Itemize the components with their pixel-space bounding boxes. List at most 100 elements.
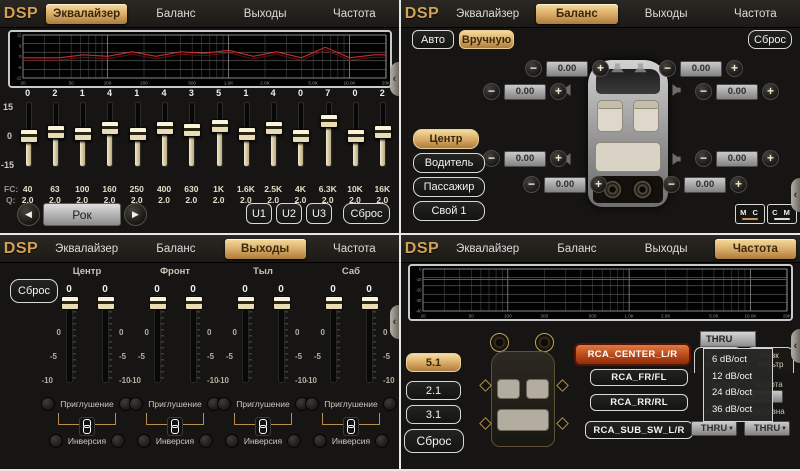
- eq-band-slider[interactable]: [232, 101, 259, 169]
- eq-band-slider[interactable]: [150, 101, 177, 169]
- invert-right-toggle[interactable]: [375, 434, 389, 448]
- auto-button[interactable]: Авто: [412, 30, 454, 49]
- eq-band-slider[interactable]: [178, 101, 205, 169]
- plus-button[interactable]: +: [730, 176, 747, 193]
- tab-balance[interactable]: Баланс: [536, 4, 617, 24]
- output-level-slider[interactable]: [182, 295, 204, 383]
- slide-out-handle[interactable]: ‹: [791, 178, 800, 212]
- minus-button[interactable]: −: [483, 83, 500, 100]
- plus-button[interactable]: +: [762, 150, 779, 167]
- tab-frequency[interactable]: Частота: [715, 239, 796, 259]
- hp-slope-select[interactable]: THRU ▼: [691, 421, 737, 436]
- tab-outputs[interactable]: Выходы: [225, 4, 306, 24]
- eq-band-slider[interactable]: [69, 101, 96, 169]
- mode-21-button[interactable]: 2.1: [406, 381, 461, 400]
- minus-button[interactable]: −: [523, 176, 540, 193]
- eq-reset-button[interactable]: Сброс: [343, 203, 390, 224]
- minus-button[interactable]: −: [483, 150, 500, 167]
- channel-rca-sub-button[interactable]: RCA_SUB_SW_L/R: [585, 421, 693, 439]
- tab-balance[interactable]: Баланс: [135, 4, 216, 24]
- channel-rca-rear-button[interactable]: RCA_RR/RL: [590, 394, 688, 411]
- memory-u1-button[interactable]: U1: [246, 203, 272, 224]
- mute-right-toggle[interactable]: [383, 397, 397, 411]
- frequency-reset-button[interactable]: Сброс: [404, 429, 464, 453]
- preset-display[interactable]: Рок: [43, 203, 121, 226]
- mode-31-button[interactable]: 3.1: [406, 405, 461, 424]
- slope-option-6db[interactable]: 6 dB/oct: [704, 352, 772, 369]
- slide-out-handle[interactable]: ‹: [791, 329, 800, 363]
- balance-reset-button[interactable]: Сброс: [748, 30, 792, 49]
- minus-button[interactable]: −: [663, 176, 680, 193]
- tab-frequency[interactable]: Частота: [715, 4, 796, 24]
- eq-band-slider[interactable]: [14, 101, 41, 169]
- eq-band-slider[interactable]: [341, 101, 368, 169]
- scale-0: 0: [39, 328, 61, 337]
- memory-u2-button[interactable]: U2: [276, 203, 302, 224]
- tab-equalizer[interactable]: Эквалайзер: [447, 4, 528, 24]
- tab-outputs[interactable]: Выходы: [626, 4, 707, 24]
- invert-left-toggle[interactable]: [49, 434, 63, 448]
- tab-frequency[interactable]: Частота: [314, 4, 395, 24]
- eq-band-slider[interactable]: [287, 101, 314, 169]
- eq-band-slider[interactable]: [205, 101, 232, 169]
- plus-button[interactable]: +: [590, 176, 607, 193]
- outputs-reset-button[interactable]: Сброс: [10, 279, 58, 303]
- memory-u3-button[interactable]: U3: [306, 203, 332, 224]
- eq-band-slider[interactable]: [314, 101, 341, 169]
- invert-left-toggle[interactable]: [137, 434, 151, 448]
- tab-outputs[interactable]: Выходы: [225, 239, 306, 259]
- mute-left-toggle[interactable]: [129, 397, 143, 411]
- output-level-slider[interactable]: [58, 295, 80, 383]
- mute-left-toggle[interactable]: [217, 397, 231, 411]
- listen-pos-custom-button[interactable]: Свой 1: [413, 201, 485, 221]
- channel-rca-center-button[interactable]: RCA_CENTER_L/R: [574, 343, 691, 366]
- minus-button[interactable]: −: [695, 83, 712, 100]
- tab-outputs[interactable]: Выходы: [626, 239, 707, 259]
- output-level-slider[interactable]: [270, 295, 292, 383]
- minus-button[interactable]: −: [695, 150, 712, 167]
- slope-option-36db[interactable]: 36 dB/oct: [704, 402, 772, 419]
- slope-dropdown-header[interactable]: THRU: [700, 331, 756, 347]
- output-level-slider[interactable]: [234, 295, 256, 383]
- slide-out-handle[interactable]: ‹: [390, 305, 399, 339]
- tab-balance[interactable]: Баланс: [135, 239, 216, 259]
- lp-slope-select[interactable]: THRU ▼: [744, 421, 790, 436]
- slope-option-12db[interactable]: 12 dB/oct: [704, 369, 772, 386]
- minus-button[interactable]: −: [525, 60, 542, 77]
- mute-left-toggle[interactable]: [305, 397, 319, 411]
- plus-button[interactable]: +: [762, 83, 779, 100]
- invert-left-toggle[interactable]: [225, 434, 239, 448]
- slide-out-handle[interactable]: ‹: [390, 62, 399, 96]
- channel-rca-front-button[interactable]: RCA_FR/FL: [590, 369, 688, 386]
- eq-band-slider[interactable]: [123, 101, 150, 169]
- plus-button[interactable]: +: [550, 83, 567, 100]
- tab-balance[interactable]: Баланс: [536, 239, 617, 259]
- output-level-slider[interactable]: [322, 295, 344, 383]
- eq-band-slider[interactable]: [41, 101, 68, 169]
- output-level-slider[interactable]: [146, 295, 168, 383]
- slope-option-24db[interactable]: 24 dB/oct: [704, 385, 772, 402]
- unit-meters-button[interactable]: М С: [735, 204, 765, 224]
- eq-band-slider[interactable]: [369, 101, 396, 169]
- listen-pos-center-button[interactable]: Центр: [413, 129, 479, 149]
- output-level-slider[interactable]: [94, 295, 116, 383]
- tab-equalizer[interactable]: Эквалайзер: [46, 239, 127, 259]
- minus-button[interactable]: −: [659, 60, 676, 77]
- preset-prev-button[interactable]: ◀: [17, 203, 40, 226]
- invert-left-toggle[interactable]: [313, 434, 327, 448]
- plus-button[interactable]: +: [592, 60, 609, 77]
- listen-pos-passenger-button[interactable]: Пассажир: [413, 177, 485, 197]
- eq-band-slider[interactable]: [260, 101, 287, 169]
- mute-left-toggle[interactable]: [41, 397, 55, 411]
- tab-equalizer[interactable]: Эквалайзер: [46, 4, 127, 24]
- manual-button[interactable]: Вручную: [459, 30, 514, 49]
- plus-button[interactable]: +: [726, 60, 743, 77]
- plus-button[interactable]: +: [550, 150, 567, 167]
- preset-next-button[interactable]: ▶: [124, 203, 147, 226]
- tab-equalizer[interactable]: Эквалайзер: [447, 239, 528, 259]
- tab-frequency[interactable]: Частота: [314, 239, 395, 259]
- output-level-slider[interactable]: [358, 295, 380, 383]
- listen-pos-driver-button[interactable]: Водитель: [413, 153, 485, 173]
- eq-band-slider[interactable]: [96, 101, 123, 169]
- mode-51-button[interactable]: 5.1: [406, 353, 461, 372]
